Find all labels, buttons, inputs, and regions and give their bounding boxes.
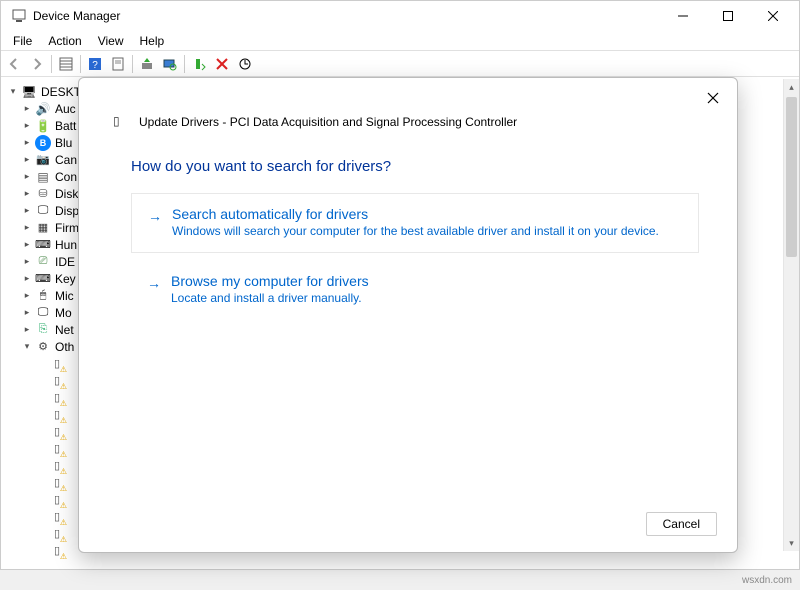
dialog-header: Update Drivers - PCI Data Acquisition an… xyxy=(113,114,717,130)
unknown-device-warning-icon xyxy=(49,390,65,406)
cancel-button[interactable]: Cancel xyxy=(646,512,717,536)
expand-icon[interactable]: ▸ xyxy=(21,137,33,149)
bluetooth-icon xyxy=(35,135,51,151)
option-description: Locate and install a driver manually. xyxy=(171,291,683,305)
unknown-device-warning-icon xyxy=(49,407,65,423)
collapse-icon[interactable]: ▾ xyxy=(21,341,33,353)
menu-view[interactable]: View xyxy=(90,32,132,50)
expand-icon[interactable]: ▸ xyxy=(21,239,33,251)
device-icon xyxy=(113,114,129,130)
expand-icon[interactable]: ▸ xyxy=(21,171,33,183)
toolbar: ? xyxy=(1,51,799,77)
expand-icon[interactable]: ▸ xyxy=(21,222,33,234)
scan-hardware-button[interactable] xyxy=(159,53,181,75)
properties-button[interactable] xyxy=(107,53,129,75)
update-driver-button[interactable] xyxy=(136,53,158,75)
camera-icon xyxy=(35,152,51,168)
unknown-device-warning-icon xyxy=(49,373,65,389)
close-window-button[interactable] xyxy=(750,1,795,31)
other-devices-icon xyxy=(35,339,51,355)
expand-icon[interactable]: ▸ xyxy=(21,290,33,302)
uninstall-device-button[interactable] xyxy=(211,53,233,75)
monitor-icon xyxy=(35,305,51,321)
enable-device-button[interactable] xyxy=(188,53,210,75)
dialog-title: Update Drivers - PCI Data Acquisition an… xyxy=(139,115,517,129)
minimize-button[interactable] xyxy=(660,1,705,31)
option-browse-computer[interactable]: → Browse my computer for drivers Locate … xyxy=(131,261,699,319)
network-icon xyxy=(35,322,51,338)
option-description: Windows will search your computer for th… xyxy=(172,224,682,238)
menubar: File Action View Help xyxy=(1,31,799,51)
expand-icon[interactable]: ▸ xyxy=(21,324,33,336)
expand-icon[interactable]: ▸ xyxy=(21,273,33,285)
back-button[interactable] xyxy=(3,53,25,75)
expand-icon[interactable]: ▸ xyxy=(21,120,33,132)
app-icon xyxy=(11,8,27,24)
option-search-automatically[interactable]: → Search automatically for drivers Windo… xyxy=(131,193,699,253)
scroll-down-arrow[interactable]: ▾ xyxy=(784,535,799,551)
scroll-up-arrow[interactable]: ▴ xyxy=(784,79,799,95)
show-hide-tree-button[interactable] xyxy=(55,53,77,75)
unknown-device-warning-icon xyxy=(49,475,65,491)
menu-file[interactable]: File xyxy=(5,32,40,50)
arrow-right-icon: → xyxy=(148,208,162,224)
hid-icon xyxy=(35,237,51,253)
maximize-button[interactable] xyxy=(705,1,750,31)
arrow-right-icon: → xyxy=(147,275,161,291)
forward-button[interactable] xyxy=(26,53,48,75)
audio-icon xyxy=(35,101,51,117)
svg-text:?: ? xyxy=(92,60,98,71)
expand-icon[interactable]: ▸ xyxy=(21,103,33,115)
expand-icon[interactable]: ▸ xyxy=(21,256,33,268)
titlebar: Device Manager xyxy=(1,1,799,31)
watermark: wsxdn.com xyxy=(742,575,792,586)
option-title: Search automatically for drivers xyxy=(172,206,682,222)
keyboard-icon xyxy=(35,271,51,287)
option-title: Browse my computer for drivers xyxy=(171,273,683,289)
expand-icon[interactable]: ▸ xyxy=(21,307,33,319)
expand-icon[interactable]: ▸ xyxy=(21,188,33,200)
display-icon xyxy=(35,203,51,219)
help-button[interactable]: ? xyxy=(84,53,106,75)
battery-icon xyxy=(35,118,51,134)
unknown-device-warning-icon xyxy=(49,458,65,474)
close-dialog-button[interactable] xyxy=(703,88,723,108)
mouse-icon xyxy=(35,288,51,304)
window-title: Device Manager xyxy=(33,9,660,23)
chip-icon xyxy=(35,169,51,185)
unknown-device-warning-icon xyxy=(49,356,65,372)
disk-icon xyxy=(35,186,51,202)
update-drivers-dialog: Update Drivers - PCI Data Acquisition an… xyxy=(78,77,738,553)
unknown-device-warning-icon xyxy=(49,509,65,525)
firmware-icon xyxy=(35,220,51,236)
unknown-device-warning-icon xyxy=(49,543,65,559)
vertical-scrollbar[interactable]: ▴ ▾ xyxy=(783,79,799,551)
scroll-thumb[interactable] xyxy=(786,97,797,257)
expand-icon[interactable]: ▸ xyxy=(21,154,33,166)
unknown-device-warning-icon xyxy=(49,441,65,457)
menu-action[interactable]: Action xyxy=(40,32,89,50)
unknown-device-warning-icon xyxy=(49,526,65,542)
menu-help[interactable]: Help xyxy=(132,32,173,50)
scan-changes-button[interactable] xyxy=(234,53,256,75)
ide-icon xyxy=(35,254,51,270)
dialog-question: How do you want to search for drivers? xyxy=(131,158,717,175)
collapse-icon[interactable]: ▾ xyxy=(7,86,19,98)
computer-icon xyxy=(21,84,37,100)
unknown-device-warning-icon xyxy=(49,492,65,508)
expand-icon[interactable]: ▸ xyxy=(21,205,33,217)
unknown-device-warning-icon xyxy=(49,424,65,440)
